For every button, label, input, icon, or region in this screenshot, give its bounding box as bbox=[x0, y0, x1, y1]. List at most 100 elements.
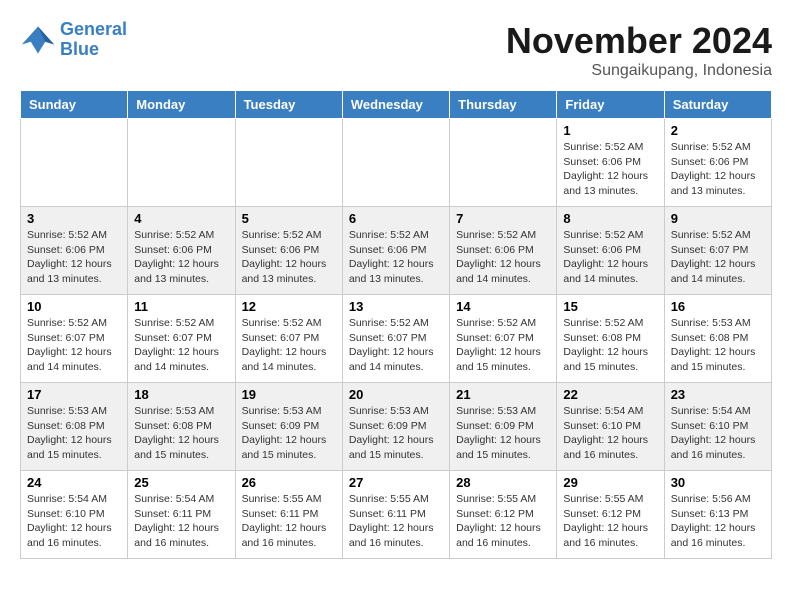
day-number: 27 bbox=[349, 475, 443, 490]
calendar-cell: 15Sunrise: 5:52 AMSunset: 6:08 PMDayligh… bbox=[557, 295, 664, 383]
calendar-cell: 10 Sunrise: 5:52 AMSunset: 6:07 PMDayligh… bbox=[21, 295, 128, 383]
day-info: Sunrise: 5:53 AMSunset: 6:09 PMDaylight:… bbox=[349, 404, 443, 463]
day-number: 25 bbox=[134, 475, 228, 490]
calendar-cell: 9 Sunrise: 5:52 AMSunset: 6:07 PMDaylight… bbox=[664, 207, 771, 295]
calendar-cell: 14 Sunrise: 5:52 AMSunset: 6:07 PMDayligh… bbox=[450, 295, 557, 383]
calendar-header-row: SundayMondayTuesdayWednesdayThursdayFrid… bbox=[21, 91, 772, 119]
day-number: 22 bbox=[563, 387, 657, 402]
day-number: 3 bbox=[27, 211, 121, 226]
day-info: Sunrise: 5:55 AMSunset: 6:12 PMDaylight:… bbox=[563, 492, 657, 551]
calendar-cell: 6Sunrise: 5:52 AMSunset: 6:06 PMDaylight… bbox=[342, 207, 449, 295]
day-info: Sunrise: 5:55 AMSunset: 6:12 PMDaylight:… bbox=[456, 492, 550, 551]
day-number: 8 bbox=[563, 211, 657, 226]
day-number: 26 bbox=[242, 475, 336, 490]
calendar-cell bbox=[342, 119, 449, 207]
page-header: General Blue November 2024 Sungaikupang,… bbox=[20, 20, 772, 80]
calendar-header-tuesday: Tuesday bbox=[235, 91, 342, 119]
day-info: Sunrise: 5:52 AMSunset: 6:06 PMDaylight:… bbox=[671, 140, 765, 199]
calendar-header-sunday: Sunday bbox=[21, 91, 128, 119]
calendar-cell: 23 Sunrise: 5:54 AMSunset: 6:10 PMDayligh… bbox=[664, 383, 771, 471]
calendar-header-saturday: Saturday bbox=[664, 91, 771, 119]
calendar-header-friday: Friday bbox=[557, 91, 664, 119]
calendar-cell: 13 Sunrise: 5:52 AMSunset: 6:07 PMDayligh… bbox=[342, 295, 449, 383]
day-number: 2 bbox=[671, 123, 765, 138]
logo: General Blue bbox=[20, 20, 127, 60]
calendar-week-row: 1 Sunrise: 5:52 AMSunset: 6:06 PMDaylight… bbox=[21, 119, 772, 207]
day-info: Sunrise: 5:52 AMSunset: 6:07 PMDaylight:… bbox=[27, 316, 121, 375]
day-info: Sunrise: 5:53 AMSunset: 6:08 PMDaylight:… bbox=[27, 404, 121, 463]
day-number: 28 bbox=[456, 475, 550, 490]
day-info: Sunrise: 5:52 AMSunset: 6:06 PMDaylight:… bbox=[134, 228, 228, 287]
day-number: 11 bbox=[134, 299, 228, 314]
calendar-cell: 3 Sunrise: 5:52 AMSunset: 6:06 PMDaylight… bbox=[21, 207, 128, 295]
day-number: 15 bbox=[563, 299, 657, 314]
logo-blue: Blue bbox=[60, 39, 99, 59]
day-number: 9 bbox=[671, 211, 765, 226]
day-number: 14 bbox=[456, 299, 550, 314]
day-info: Sunrise: 5:54 AMSunset: 6:10 PMDaylight:… bbox=[27, 492, 121, 551]
day-info: Sunrise: 5:52 AMSunset: 6:06 PMDaylight:… bbox=[563, 140, 657, 199]
day-info: Sunrise: 5:52 AMSunset: 6:07 PMDaylight:… bbox=[349, 316, 443, 375]
calendar-cell bbox=[21, 119, 128, 207]
calendar-cell: 1 Sunrise: 5:52 AMSunset: 6:06 PMDaylight… bbox=[557, 119, 664, 207]
month-title: November 2024 bbox=[506, 20, 772, 62]
calendar-week-row: 10 Sunrise: 5:52 AMSunset: 6:07 PMDayligh… bbox=[21, 295, 772, 383]
calendar-cell: 18 Sunrise: 5:53 AMSunset: 6:08 PMDayligh… bbox=[128, 383, 235, 471]
calendar-cell bbox=[128, 119, 235, 207]
calendar-cell bbox=[450, 119, 557, 207]
calendar-cell: 29 Sunrise: 5:55 AMSunset: 6:12 PMDayligh… bbox=[557, 471, 664, 559]
day-number: 7 bbox=[456, 211, 550, 226]
logo-icon bbox=[20, 22, 56, 58]
calendar-header-wednesday: Wednesday bbox=[342, 91, 449, 119]
title-block: November 2024 Sungaikupang, Indonesia bbox=[506, 20, 772, 80]
calendar-cell: 26 Sunrise: 5:55 AMSunset: 6:11 PMDayligh… bbox=[235, 471, 342, 559]
day-number: 19 bbox=[242, 387, 336, 402]
day-info: Sunrise: 5:52 AMSunset: 6:06 PMDaylight:… bbox=[242, 228, 336, 287]
day-info: Sunrise: 5:53 AMSunset: 6:09 PMDaylight:… bbox=[456, 404, 550, 463]
calendar-cell: 2 Sunrise: 5:52 AMSunset: 6:06 PMDaylight… bbox=[664, 119, 771, 207]
day-number: 13 bbox=[349, 299, 443, 314]
calendar-header-thursday: Thursday bbox=[450, 91, 557, 119]
logo-text: General Blue bbox=[60, 20, 127, 60]
calendar-cell: 24 Sunrise: 5:54 AMSunset: 6:10 PMDayligh… bbox=[21, 471, 128, 559]
calendar-cell: 30Sunrise: 5:56 AMSunset: 6:13 PMDayligh… bbox=[664, 471, 771, 559]
calendar-cell: 7Sunrise: 5:52 AMSunset: 6:06 PMDaylight… bbox=[450, 207, 557, 295]
day-info: Sunrise: 5:54 AMSunset: 6:10 PMDaylight:… bbox=[671, 404, 765, 463]
calendar-table: SundayMondayTuesdayWednesdayThursdayFrid… bbox=[20, 90, 772, 559]
day-info: Sunrise: 5:52 AMSunset: 6:07 PMDaylight:… bbox=[242, 316, 336, 375]
day-info: Sunrise: 5:53 AMSunset: 6:08 PMDaylight:… bbox=[134, 404, 228, 463]
calendar-cell: 8 Sunrise: 5:52 AMSunset: 6:06 PMDaylight… bbox=[557, 207, 664, 295]
day-info: Sunrise: 5:55 AMSunset: 6:11 PMDaylight:… bbox=[242, 492, 336, 551]
calendar-cell: 20 Sunrise: 5:53 AMSunset: 6:09 PMDayligh… bbox=[342, 383, 449, 471]
calendar-cell: 28 Sunrise: 5:55 AMSunset: 6:12 PMDayligh… bbox=[450, 471, 557, 559]
day-number: 16 bbox=[671, 299, 765, 314]
day-info: Sunrise: 5:52 AMSunset: 6:07 PMDaylight:… bbox=[671, 228, 765, 287]
day-info: Sunrise: 5:52 AMSunset: 6:06 PMDaylight:… bbox=[563, 228, 657, 287]
day-number: 5 bbox=[242, 211, 336, 226]
calendar-cell: 16 Sunrise: 5:53 AMSunset: 6:08 PMDayligh… bbox=[664, 295, 771, 383]
day-number: 29 bbox=[563, 475, 657, 490]
calendar-cell: 17 Sunrise: 5:53 AMSunset: 6:08 PMDayligh… bbox=[21, 383, 128, 471]
day-info: Sunrise: 5:53 AMSunset: 6:08 PMDaylight:… bbox=[671, 316, 765, 375]
day-number: 24 bbox=[27, 475, 121, 490]
day-number: 20 bbox=[349, 387, 443, 402]
day-number: 23 bbox=[671, 387, 765, 402]
calendar-cell bbox=[235, 119, 342, 207]
calendar-week-row: 3 Sunrise: 5:52 AMSunset: 6:06 PMDaylight… bbox=[21, 207, 772, 295]
calendar-week-row: 17 Sunrise: 5:53 AMSunset: 6:08 PMDayligh… bbox=[21, 383, 772, 471]
day-number: 18 bbox=[134, 387, 228, 402]
day-number: 10 bbox=[27, 299, 121, 314]
day-info: Sunrise: 5:52 AMSunset: 6:06 PMDaylight:… bbox=[27, 228, 121, 287]
day-info: Sunrise: 5:52 AMSunset: 6:07 PMDaylight:… bbox=[456, 316, 550, 375]
day-info: Sunrise: 5:53 AMSunset: 6:09 PMDaylight:… bbox=[242, 404, 336, 463]
day-number: 17 bbox=[27, 387, 121, 402]
calendar-cell: 19 Sunrise: 5:53 AMSunset: 6:09 PMDayligh… bbox=[235, 383, 342, 471]
day-info: Sunrise: 5:56 AMSunset: 6:13 PMDaylight:… bbox=[671, 492, 765, 551]
day-number: 6 bbox=[349, 211, 443, 226]
calendar-cell: 27Sunrise: 5:55 AMSunset: 6:11 PMDayligh… bbox=[342, 471, 449, 559]
day-info: Sunrise: 5:54 AMSunset: 6:11 PMDaylight:… bbox=[134, 492, 228, 551]
day-number: 4 bbox=[134, 211, 228, 226]
calendar-cell: 5 Sunrise: 5:52 AMSunset: 6:06 PMDaylight… bbox=[235, 207, 342, 295]
day-number: 1 bbox=[563, 123, 657, 138]
calendar-week-row: 24 Sunrise: 5:54 AMSunset: 6:10 PMDayligh… bbox=[21, 471, 772, 559]
